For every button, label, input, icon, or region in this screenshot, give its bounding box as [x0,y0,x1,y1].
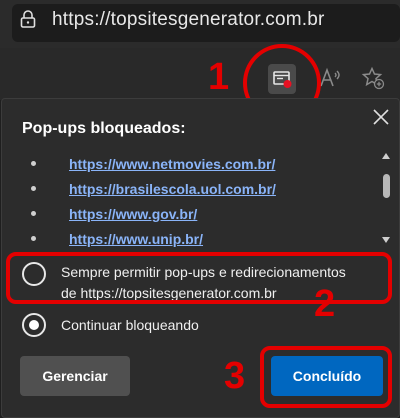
list-item: https://www.unip.br/ [0,231,360,248]
step-1-marker: 1 [208,56,230,98]
close-icon[interactable] [372,108,390,126]
manage-button[interactable]: Gerenciar [20,356,130,396]
bullet [31,211,36,216]
blocked-url-link[interactable]: https://www.gov.br/ [69,206,197,222]
keep-blocking-label[interactable]: Continuar bloqueando [61,315,199,336]
read-aloud-icon[interactable] [318,66,342,90]
bullet [31,236,36,241]
done-button[interactable]: Concluído [271,356,383,396]
panel-title: Pop-ups bloqueados: [22,120,186,137]
blocked-url-link[interactable]: https://brasilescola.uol.com.br/ [69,181,276,197]
lock-icon [20,10,36,28]
list-item: https://www.netmovies.com.br/ [0,156,360,176]
address-url[interactable]: https://topsitesgenerator.com.br [52,9,325,31]
step-3-marker: 3 [224,355,246,397]
bullet [31,186,36,191]
blocked-url-link[interactable]: https://www.netmovies.com.br/ [69,156,275,172]
scroll-up-icon[interactable] [382,153,390,159]
url-list-scrollbar[interactable] [380,152,392,248]
step-2-marker: 2 [314,283,336,325]
add-favorite-icon[interactable] [361,66,385,90]
list-item: https://brasilescola.uol.com.br/ [0,181,360,201]
keep-blocking-radio[interactable] [22,313,46,337]
scrollbar-thumb[interactable] [383,174,390,198]
blocked-url-link[interactable]: https://www.unip.br/ [69,231,203,247]
bullet [31,161,36,166]
list-item: https://www.gov.br/ [0,206,360,226]
radio-selected-dot [29,320,39,330]
blocked-url-list: https://www.netmovies.com.br/ https://br… [0,146,380,248]
scroll-down-icon[interactable] [382,237,390,243]
